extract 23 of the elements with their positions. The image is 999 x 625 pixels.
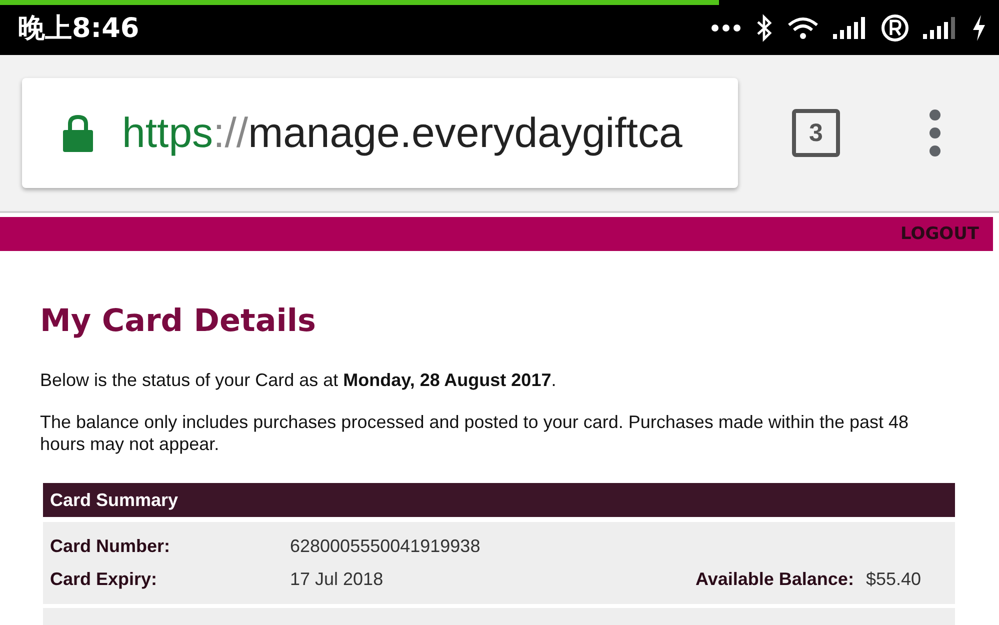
url-text: https://manage.everydaygiftca: [122, 109, 682, 157]
page-title: My Card Details: [40, 303, 317, 339]
menu-icon[interactable]: [928, 109, 942, 157]
card-number: 6280005550041919938: [290, 536, 480, 557]
lock-icon: [62, 114, 94, 152]
signal-icon: [923, 16, 957, 38]
clock-time: 晚上8:46: [18, 12, 140, 46]
bluetooth-icon: [755, 14, 773, 42]
registered-icon: [881, 14, 909, 42]
card-summary-heading: Card Summary: [50, 490, 178, 510]
charging-icon: [971, 14, 987, 42]
address-bar[interactable]: https://manage.everydaygiftca: [22, 78, 738, 188]
more-notifications-icon: [711, 22, 741, 32]
wifi-icon: [787, 16, 819, 40]
balance-note: The balance only includes purchases processed and posted to your card. Purchases made within the past 48 hours may not appear.: [40, 411, 910, 455]
field-label: Available Balance:: [696, 569, 854, 590]
status-text: Below is the status of your Card as at Monday, 28 August 2017.: [40, 369, 558, 391]
field-label: Card Expiry:: [50, 569, 158, 590]
available-balance: $55.40: [866, 569, 921, 590]
signal-icon: [833, 16, 867, 38]
card-expiry: 17 Jul 2018: [290, 569, 384, 590]
field-label: Card Number:: [50, 536, 172, 557]
tab-count-button[interactable]: 3: [792, 109, 840, 157]
